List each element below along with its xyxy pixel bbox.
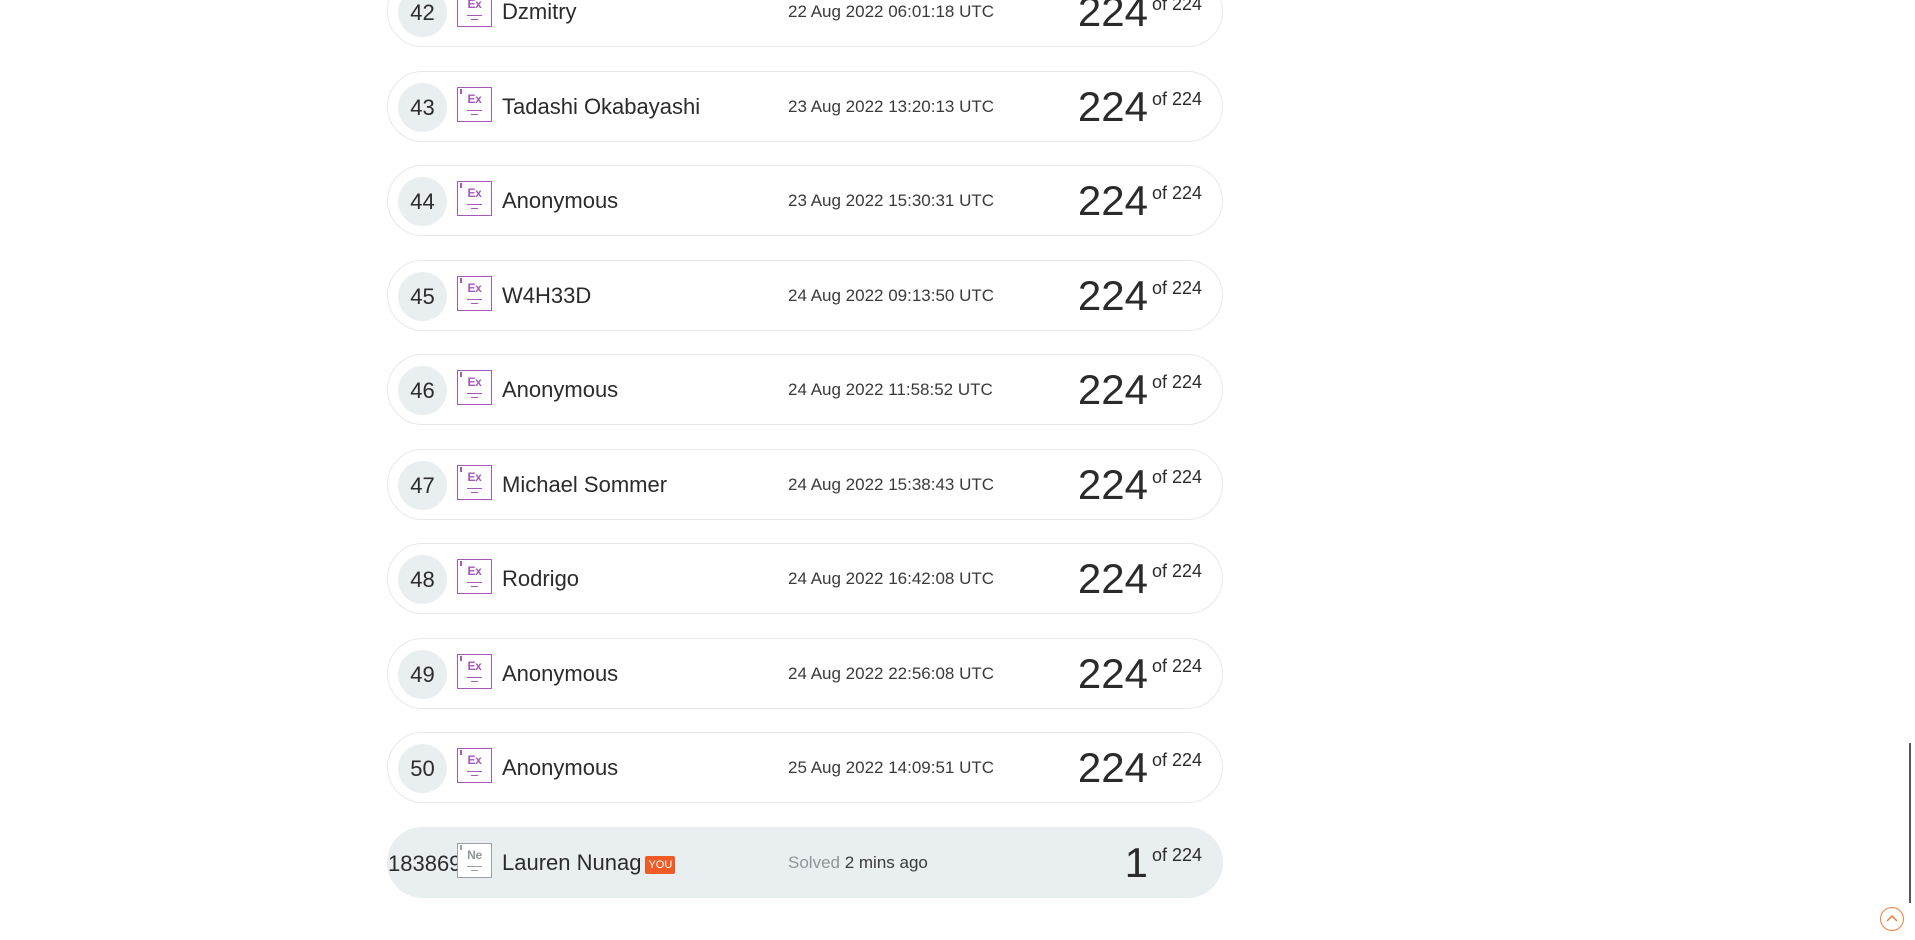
element-symbol: Ex xyxy=(467,0,482,11)
score: 224 of 224 xyxy=(1078,0,1202,37)
score: 224 of 224 xyxy=(1078,649,1202,699)
solved-time: 23 Aug 2022 15:30:31 UTC xyxy=(788,191,995,210)
user-name: Anonymous xyxy=(502,377,619,402)
score-value: 1 xyxy=(1124,838,1148,886)
solved-time: 24 Aug 2022 11:58:52 UTC xyxy=(788,380,993,399)
solved-ago: 2 mins ago xyxy=(844,852,928,872)
user-name: Dzmitry xyxy=(502,0,577,24)
score-total: of 224 xyxy=(1151,0,1202,15)
element-symbol: Ne xyxy=(467,847,482,862)
solved-time: 24 Aug 2022 09:13:50 UTC xyxy=(788,285,995,305)
score-value: 224 xyxy=(1077,460,1148,508)
rank-badge: 47 xyxy=(398,460,447,510)
solved-time: 24 Aug 2022 15:38:43 UTC xyxy=(788,474,995,494)
score-total: of 224 xyxy=(1151,88,1202,109)
solved-time: 23 Aug 2022 13:20:13 UTC xyxy=(788,96,995,116)
leaderboard-row: 49 Ex Anonymous 24 Aug 2022 22:56:08 UTC… xyxy=(387,637,1223,709)
element-badge-icon: Ex xyxy=(457,86,492,122)
element-symbol: Ex xyxy=(467,375,482,389)
rank-badge: 45 xyxy=(398,271,447,321)
score-total: of 224 xyxy=(1151,277,1202,298)
element-badge-icon: Ex xyxy=(457,748,492,783)
rank-badge: 44 xyxy=(398,177,447,226)
leaderboard-row: 48 Ex Rodrigo 24 Aug 2022 16:42:08 UTC 2… xyxy=(387,543,1223,614)
you-badge: YOU xyxy=(645,855,676,874)
element-symbol: Ex xyxy=(467,564,482,578)
rank-badge: 46 xyxy=(398,366,447,415)
element-symbol: Ex xyxy=(467,91,482,106)
rank-badge: 48 xyxy=(398,555,447,604)
score: 224 of 224 xyxy=(1078,176,1202,226)
scroll-to-top-button[interactable] xyxy=(1880,907,1904,931)
score: 1 of 224 xyxy=(1125,838,1202,888)
solved-time: 25 Aug 2022 14:09:51 UTC xyxy=(788,758,995,777)
rank-badge: 42 xyxy=(398,0,447,37)
element-badge-icon: Ex xyxy=(457,464,492,500)
rank-badge: 43 xyxy=(398,82,447,132)
leaderboard-row: 42 Ex Dzmitry 22 Aug 2022 06:01:18 UTC 2… xyxy=(387,0,1223,47)
leaderboard-row: 47 Ex Michael Sommer 24 Aug 2022 15:38:4… xyxy=(387,448,1223,520)
current-user-rank: 183869 xyxy=(388,850,462,876)
score-value: 224 xyxy=(1077,0,1148,35)
user-name: Michael Sommer xyxy=(502,471,668,497)
user-name: Rodrigo xyxy=(502,566,580,591)
element-symbol: Ex xyxy=(467,280,482,295)
leaderboard: 42 Ex Dzmitry 22 Aug 2022 06:01:18 UTC 2… xyxy=(387,0,1223,921)
element-badge-icon: Ex xyxy=(457,653,492,689)
current-user-name-block: Lauren Nunag YOU xyxy=(502,849,676,876)
score-total: of 224 xyxy=(1151,466,1202,487)
solved-time: 22 Aug 2022 06:01:18 UTC xyxy=(788,2,995,21)
rank-badge: 50 xyxy=(398,744,447,793)
element-symbol: Ex xyxy=(467,753,482,767)
score-total: of 224 xyxy=(1151,183,1202,204)
score: 224 of 224 xyxy=(1078,460,1202,510)
element-badge-icon: Ex xyxy=(457,0,492,27)
score-value: 224 xyxy=(1077,744,1148,791)
element-badge-icon: Ex xyxy=(457,370,492,405)
element-badge-icon: Ex xyxy=(457,275,492,311)
user-name: Anonymous xyxy=(502,755,619,780)
score-total: of 224 xyxy=(1151,372,1202,393)
solved-label: Solved xyxy=(788,852,840,872)
score-total: of 224 xyxy=(1151,655,1202,676)
score: 224 of 224 xyxy=(1078,554,1202,604)
element-symbol: Ex xyxy=(467,469,482,484)
user-name: Anonymous xyxy=(502,188,619,213)
score-value: 224 xyxy=(1077,366,1148,413)
score-total: of 224 xyxy=(1151,561,1202,582)
score-value: 224 xyxy=(1077,82,1148,130)
score-value: 224 xyxy=(1077,649,1148,697)
score: 224 of 224 xyxy=(1078,82,1202,132)
element-badge-icon: Ex xyxy=(457,559,492,594)
user-name: W4H33D xyxy=(502,282,592,308)
leaderboard-row: 50 Ex Anonymous 25 Aug 2022 14:09:51 UTC… xyxy=(387,732,1223,803)
leaderboard-row: 43 Ex Tadashi Okabayashi 23 Aug 2022 13:… xyxy=(387,70,1223,142)
score: 224 of 224 xyxy=(1078,743,1202,793)
score-value: 224 xyxy=(1077,271,1148,319)
user-name: Anonymous xyxy=(502,660,619,686)
scrollbar-thumb[interactable] xyxy=(1909,743,1911,903)
solved-time: 24 Aug 2022 16:42:08 UTC xyxy=(788,569,995,588)
chevron-up-icon xyxy=(1886,914,1898,922)
score: 224 of 224 xyxy=(1078,365,1202,415)
user-name: Tadashi Okabayashi xyxy=(502,93,701,119)
element-symbol: Ex xyxy=(467,658,482,673)
element-symbol: Ex xyxy=(467,186,482,200)
element-badge-icon: Ne xyxy=(457,842,492,878)
score-total: of 224 xyxy=(1151,750,1202,771)
element-badge-icon: Ex xyxy=(457,181,492,216)
solved-time: 24 Aug 2022 22:56:08 UTC xyxy=(788,663,995,683)
current-user-row: 183869 Ne Lauren Nunag YOU Solved 2 mins … xyxy=(387,826,1223,898)
user-name: Lauren Nunag xyxy=(502,849,642,875)
score: 224 of 224 xyxy=(1078,271,1202,321)
leaderboard-row: 45 Ex W4H33D 24 Aug 2022 09:13:50 UTC 22… xyxy=(387,259,1223,331)
solved-time: Solved 2 mins ago xyxy=(788,853,928,873)
score-total: of 224 xyxy=(1151,844,1202,865)
score-value: 224 xyxy=(1077,555,1148,602)
leaderboard-row: 44 Ex Anonymous 23 Aug 2022 15:30:31 UTC… xyxy=(387,165,1223,236)
score-value: 224 xyxy=(1077,177,1148,224)
rank-badge: 49 xyxy=(398,649,447,699)
leaderboard-row: 46 Ex Anonymous 24 Aug 2022 11:58:52 UTC… xyxy=(387,354,1223,425)
